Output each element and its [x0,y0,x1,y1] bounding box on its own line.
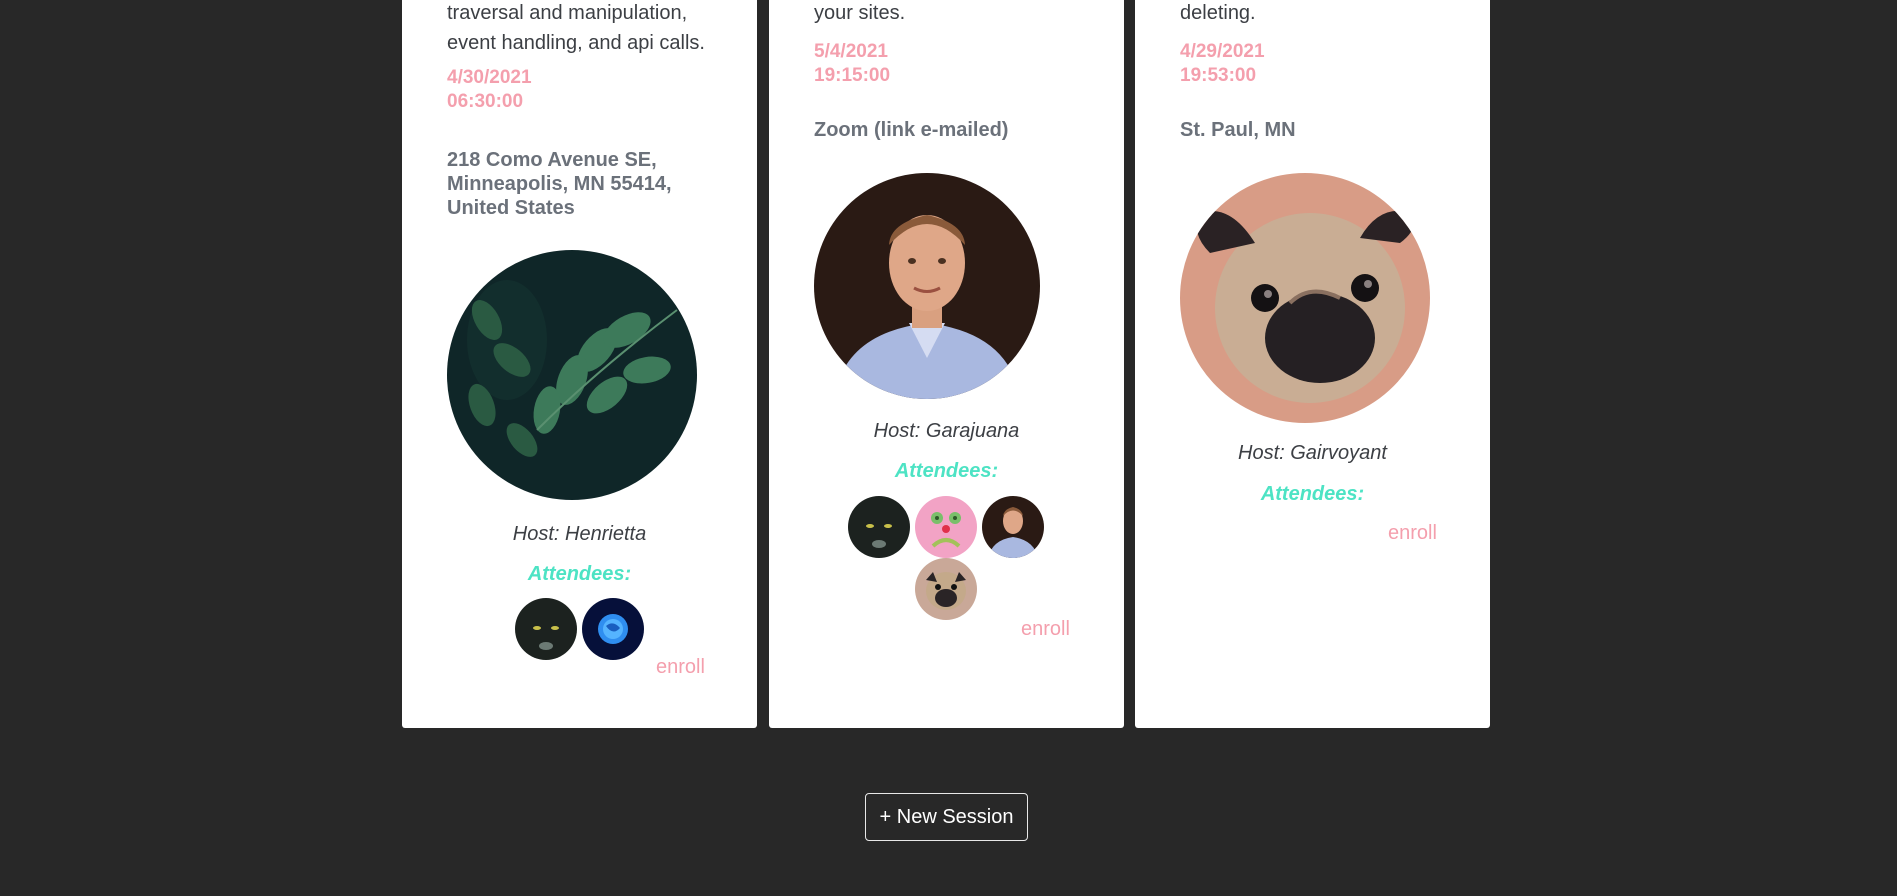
session-time: 19:15:00 [814,65,891,86]
session-datetime: 4/29/2021 19:53:00 [1180,40,1265,88]
attendees-label: Attendees: [894,460,999,482]
session-datetime: 5/4/2021 19:15:00 [814,40,890,88]
page: traversal and manipulation, event handli… [0,0,1897,896]
session-time: 19:53:00 [1180,65,1257,86]
enroll-link[interactable]: enroll [656,656,705,679]
session-description: deleting. [1180,2,1256,24]
session-location: St. Paul, MN [1180,119,1296,141]
man-portrait-avatar [982,496,1044,558]
new-session-button[interactable]: + New Session [865,793,1028,841]
session-description: your sites. [814,2,906,24]
black-cat-avatar [515,598,577,660]
attendees-label: Attendees: [1260,483,1365,505]
session-date: 4/29/2021 [1180,41,1265,62]
session-datetime: 4/30/2021 06:30:00 [447,66,532,114]
session-date: 5/4/2021 [814,41,888,62]
session-location: 218 Como Avenue SE, Minneapolis, MN 5541… [447,149,672,219]
pug-avatar [915,558,977,620]
leaves-photo [447,250,697,500]
session-time: 06:30:00 [447,91,524,112]
session-location: Zoom (link e-mailed) [814,119,1009,141]
attendees-label: Attendees: [527,563,632,585]
session-host: Host: Gairvoyant [1238,442,1387,464]
session-description: traversal and manipulation, event handli… [447,2,705,54]
man-portrait-photo [814,173,1040,399]
session-card: your sites. 5/4/2021 19:15:00 Zoom (link… [769,0,1124,728]
enroll-link[interactable]: enroll [1388,522,1437,545]
pug-photo [1180,173,1430,423]
session-card: traversal and manipulation, event handli… [402,0,757,728]
enroll-link[interactable]: enroll [1021,618,1070,641]
session-host: Host: Henrietta [512,523,647,545]
black-cat-avatar [848,496,910,558]
pink-face-avatar [915,496,977,558]
blue-globe-avatar [582,598,644,660]
session-card: deleting. 4/29/2021 19:53:00 St. Paul, M… [1135,0,1490,728]
session-host: Host: Garajuana [873,420,1020,442]
session-date: 4/30/2021 [447,67,532,88]
